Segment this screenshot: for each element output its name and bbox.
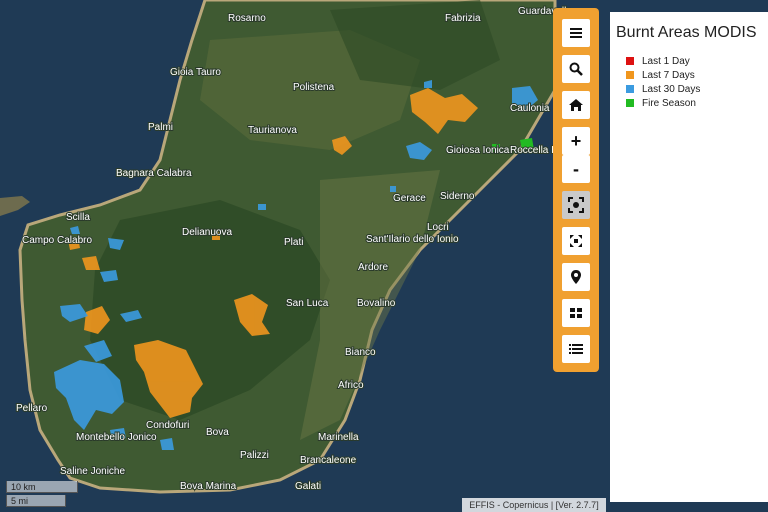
list-icon (569, 344, 583, 354)
place-label: Caulonia (510, 103, 550, 114)
place-label: Sant'Ilario dello Ionio (366, 234, 459, 245)
attribution[interactable]: EFFIS - Copernicus | [Ver. 2.7.7] (462, 498, 606, 512)
search-button[interactable] (562, 55, 590, 83)
place-label: Polistena (293, 82, 335, 93)
place-label: Scilla (66, 212, 90, 223)
legend-swatch-last-30-days (626, 85, 634, 93)
legend-label: Last 30 Days (642, 83, 701, 95)
place-label: Marinella (318, 432, 359, 443)
location-pin-icon (571, 270, 581, 284)
legend-swatch-last-7-days (626, 71, 634, 79)
place-label: Plati (284, 237, 303, 248)
home-icon (569, 99, 583, 111)
legend-label: Fire Season (642, 97, 696, 109)
legend-swatch-last-1-day (626, 57, 634, 65)
layers-button[interactable] (562, 299, 590, 327)
place-label: Palizzi (240, 450, 269, 461)
legend-item: Last 1 Day (626, 54, 768, 68)
location-button[interactable] (562, 263, 590, 291)
place-label: Bovalino (357, 298, 396, 309)
place-label: Delianuova (182, 227, 232, 238)
plus-icon: + (570, 130, 582, 151)
minus-icon: - (573, 158, 579, 179)
focus-button[interactable] (562, 191, 590, 219)
legend-item: Fire Season (626, 96, 768, 110)
place-label: Condofuri (146, 420, 189, 431)
legend-item: Last 30 Days (626, 82, 768, 96)
place-label: Gerace (393, 193, 426, 204)
search-icon (569, 62, 583, 76)
zoom-out-button[interactable]: - (562, 155, 590, 183)
place-label: Bova (206, 427, 229, 438)
place-label: Ardore (358, 262, 388, 273)
place-label: Bagnara Calabra (116, 168, 192, 179)
list-button[interactable] (562, 335, 590, 363)
place-label: Rosarno (228, 13, 266, 24)
place-label: Bianco (345, 347, 376, 358)
zoom-in-button[interactable]: + (562, 127, 590, 155)
legend-list: Last 1 Day Last 7 Days Last 30 Days Fire… (626, 54, 768, 110)
place-label: Campo Calabro (22, 235, 92, 246)
menu-icon (570, 28, 582, 38)
legend-label: Last 7 Days (642, 69, 695, 81)
place-label: Siderno (440, 191, 475, 202)
place-label: Locri (427, 222, 449, 233)
legend-panel: Burnt Areas MODIS Last 1 Day Last 7 Days… (610, 12, 768, 502)
fullscreen-button[interactable] (562, 227, 590, 255)
place-label: Montebello Jonico (76, 432, 157, 443)
legend-title: Burnt Areas MODIS (616, 24, 757, 41)
place-label: Taurianova (248, 125, 297, 136)
place-label: Fabrizia (445, 13, 481, 24)
place-label: Galati (295, 481, 321, 492)
legend-label: Last 1 Day (642, 55, 690, 67)
focus-icon (568, 197, 584, 213)
scale-bar-km: 10 km (6, 481, 78, 493)
place-label: Palmi (148, 122, 173, 133)
place-label: Africo (338, 380, 364, 391)
grid-icon (570, 308, 582, 318)
map-toolbar: + - (553, 8, 599, 372)
place-label: Saline Joniche (60, 466, 125, 477)
home-button[interactable] (562, 91, 590, 119)
scale-bar-mi: 5 mi (6, 495, 66, 507)
legend-item: Last 7 Days (626, 68, 768, 82)
place-label: Gioia Tauro (170, 67, 221, 78)
place-label: Pellaro (16, 403, 48, 414)
menu-button[interactable] (562, 19, 590, 47)
place-label: San Luca (286, 298, 329, 309)
fullscreen-icon (570, 235, 582, 247)
place-label: Bova Marina (180, 481, 237, 492)
legend-swatch-fire-season (626, 99, 634, 107)
place-label: Gioiosa Ionica (446, 145, 510, 156)
place-label: Brancaleone (300, 455, 357, 466)
